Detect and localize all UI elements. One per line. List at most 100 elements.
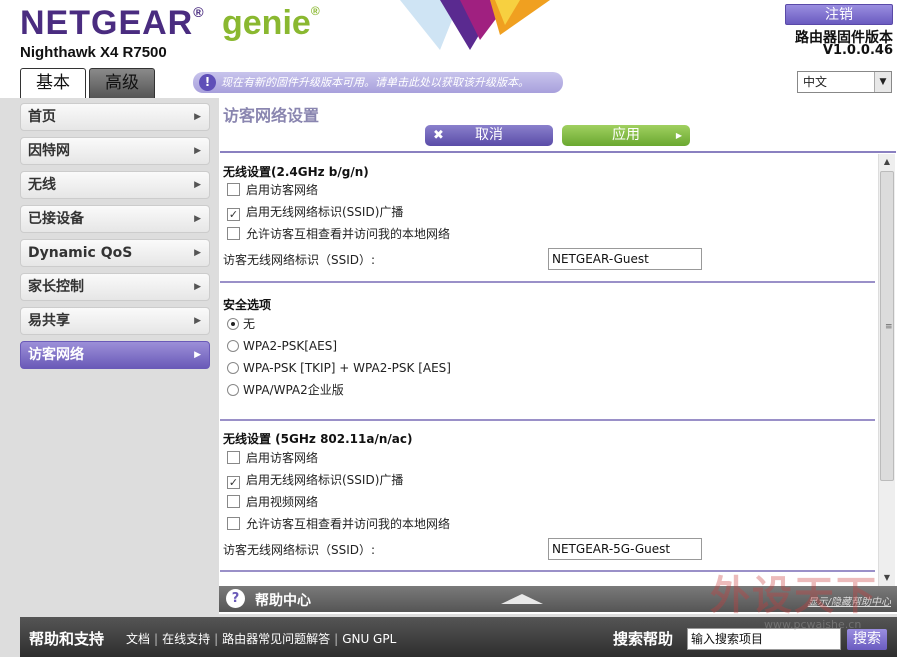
expand-up-icon[interactable] <box>501 594 543 604</box>
router-model: Nighthawk X4 R7500 <box>20 44 167 61</box>
ssid-input-24[interactable]: NETGEAR-Guest <box>548 248 702 270</box>
content-scrollbar[interactable]: ▲ ≡ ▼ <box>878 154 895 586</box>
checkbox[interactable] <box>227 183 240 196</box>
checkbox[interactable] <box>227 227 240 240</box>
question-circle-icon: ? <box>226 589 245 608</box>
firmware-update-notice[interactable]: ! 现在有新的固件升级版本可用。请单击此处以获取该升级版本。 <box>193 72 563 93</box>
footer-link-faq[interactable]: 路由器常见问题解答 <box>222 632 330 646</box>
language-value: 中文 <box>803 75 828 89</box>
radio[interactable] <box>227 384 239 396</box>
main-panel: 访客网络设置 ✖ 取消 应用 ▶ 无线设置(2.4GHz b/g/n) 启用访客网络… <box>219 98 897 614</box>
search-input[interactable]: 输入搜索项目 <box>687 628 841 650</box>
link-separator: | <box>334 632 339 646</box>
option-label: WPA/WPA2企业版 <box>243 383 344 397</box>
language-select[interactable]: 中文 ▼ <box>797 71 892 93</box>
genie-text: genie <box>222 4 311 42</box>
footer-links: 文档 | 在线支持 | 路由器常见问题解答 | GNU GPL <box>126 630 396 647</box>
chevron-right-icon: ▶ <box>194 180 201 190</box>
apply-label: 应用 <box>612 127 640 143</box>
option-5-enable-guest[interactable]: 启用访客网络 <box>227 451 318 467</box>
logout-button[interactable]: 注销 <box>785 4 893 25</box>
checkbox[interactable] <box>227 495 240 508</box>
footer-link-gpl[interactable]: GNU GPL <box>342 632 396 646</box>
sidebar-item-label: 无线 <box>28 177 56 193</box>
search-help-title: 搜索帮助 <box>613 630 674 648</box>
sidebar-item-label: 已接设备 <box>28 211 84 227</box>
divider <box>220 151 896 153</box>
option-label: 无 <box>243 317 256 331</box>
settings-content: 无线设置(2.4GHz b/g/n) 启用访客网络 ✓ 启用无线网络标识(SSID… <box>219 154 877 586</box>
tab-advanced[interactable]: 高级 <box>89 68 155 98</box>
watermark-url: www.pcwaishe.cn <box>764 618 862 631</box>
option-label: 允许访客互相查看并访问我的本地网络 <box>246 517 451 531</box>
genie-logo: genie® <box>222 4 320 43</box>
link-separator: | <box>214 632 219 646</box>
radio[interactable] <box>227 362 239 374</box>
firmware-version: V1.0.0.46 <box>822 43 893 58</box>
grip-icon: ≡ <box>885 322 893 332</box>
option-5-video-network[interactable]: 启用视频网络 <box>227 495 318 511</box>
scroll-down-icon[interactable]: ▼ <box>879 570 895 586</box>
x-icon: ✖ <box>433 128 444 143</box>
ssid-input-5[interactable]: NETGEAR-5G-Guest <box>548 538 702 560</box>
sidebar-item-label: 家长控制 <box>28 279 84 295</box>
sidebar-item-home[interactable]: 首页 ▶ <box>20 103 210 131</box>
option-5-ssid-broadcast[interactable]: ✓ 启用无线网络标识(SSID)广播 <box>227 473 403 489</box>
checkbox-checked[interactable]: ✓ <box>227 476 240 489</box>
security-option-enterprise[interactable]: WPA/WPA2企业版 <box>227 383 344 399</box>
chevron-down-icon[interactable]: ▼ <box>874 72 891 92</box>
sidebar-item-readyshare[interactable]: 易共享 ▶ <box>20 307 210 335</box>
option-label: 启用访客网络 <box>246 451 319 465</box>
genie-reg-mark: ® <box>310 4 320 18</box>
option-24-enable-guest[interactable]: 启用访客网络 <box>227 183 318 199</box>
checkbox[interactable] <box>227 517 240 530</box>
brand-text: NETGEAR <box>20 4 194 42</box>
sidebar-item-dynamic-qos[interactable]: Dynamic QoS ▶ <box>20 239 210 267</box>
security-option-none[interactable]: 无 <box>227 317 255 333</box>
sidebar-item-label: 首页 <box>28 109 56 125</box>
scroll-up-icon[interactable]: ▲ <box>879 154 895 170</box>
checkbox[interactable] <box>227 451 240 464</box>
page-title: 访客网络设置 <box>223 106 320 125</box>
link-separator: | <box>154 632 159 646</box>
radio-selected[interactable] <box>227 318 239 330</box>
apply-button[interactable]: 应用 ▶ <box>562 125 690 146</box>
chevron-right-icon: ▶ <box>194 112 201 122</box>
footer-link-support[interactable]: 在线支持 <box>162 632 210 646</box>
sidebar-item-internet[interactable]: 因特网 ▶ <box>20 137 210 165</box>
netgear-logo: NETGEAR® <box>20 4 205 43</box>
security-option-wpa-wpa2-psk[interactable]: WPA-PSK [TKIP] + WPA2-PSK [AES] <box>227 361 451 377</box>
chevron-right-icon: ▶ <box>194 316 201 326</box>
chevron-right-icon: ▶ <box>194 248 201 258</box>
option-label: WPA-PSK [TKIP] + WPA2-PSK [AES] <box>243 361 451 375</box>
sidebar-item-label: 因特网 <box>28 143 70 159</box>
sidebar-item-parental-controls[interactable]: 家长控制 ▶ <box>20 273 210 301</box>
option-24-ssid-broadcast[interactable]: ✓ 启用无线网络标识(SSID)广播 <box>227 205 403 221</box>
radio[interactable] <box>227 340 239 352</box>
option-24-allow-local[interactable]: 允许访客互相查看并访问我的本地网络 <box>227 227 450 243</box>
chevron-right-icon: ▶ <box>194 146 201 156</box>
scroll-thumb[interactable]: ≡ <box>880 171 894 481</box>
checkbox-checked[interactable]: ✓ <box>227 208 240 221</box>
sidebar-item-label: 易共享 <box>28 313 70 329</box>
ssid-label-5: 访客无线网络标识（SSID）: <box>223 543 376 557</box>
tab-basic[interactable]: 基本 <box>20 68 86 98</box>
section-title-24ghz: 无线设置(2.4GHz b/g/n) <box>223 165 369 179</box>
sidebar-item-wireless[interactable]: 无线 ▶ <box>20 171 210 199</box>
cancel-button[interactable]: ✖ 取消 <box>425 125 553 146</box>
sidebar: 首页 ▶ 因特网 ▶ 无线 ▶ 已接设备 ▶ Dynamic QoS ▶ 家长控制 ▶ 易共… <box>0 98 219 614</box>
chevron-right-icon: ▶ <box>194 214 201 224</box>
option-label: 启用访客网络 <box>246 183 319 197</box>
option-label: 启用无线网络标识(SSID)广播 <box>246 205 404 219</box>
option-label: 启用视频网络 <box>246 495 319 509</box>
search-button[interactable]: 搜索 <box>847 629 887 650</box>
divider <box>220 281 875 283</box>
sidebar-item-label: Dynamic QoS <box>28 245 133 261</box>
header: NETGEAR® genie® Nighthawk X4 R7500 注销 路由… <box>0 0 897 100</box>
option-5-allow-local[interactable]: 允许访客互相查看并访问我的本地网络 <box>227 517 450 533</box>
footer-link-docs[interactable]: 文档 <box>126 632 150 646</box>
security-option-wpa2-psk[interactable]: WPA2-PSK[AES] <box>227 339 337 355</box>
option-label: WPA2-PSK[AES] <box>243 339 338 353</box>
sidebar-item-guest-network[interactable]: 访客网络 ▶ <box>20 341 210 369</box>
sidebar-item-attached-devices[interactable]: 已接设备 ▶ <box>20 205 210 233</box>
